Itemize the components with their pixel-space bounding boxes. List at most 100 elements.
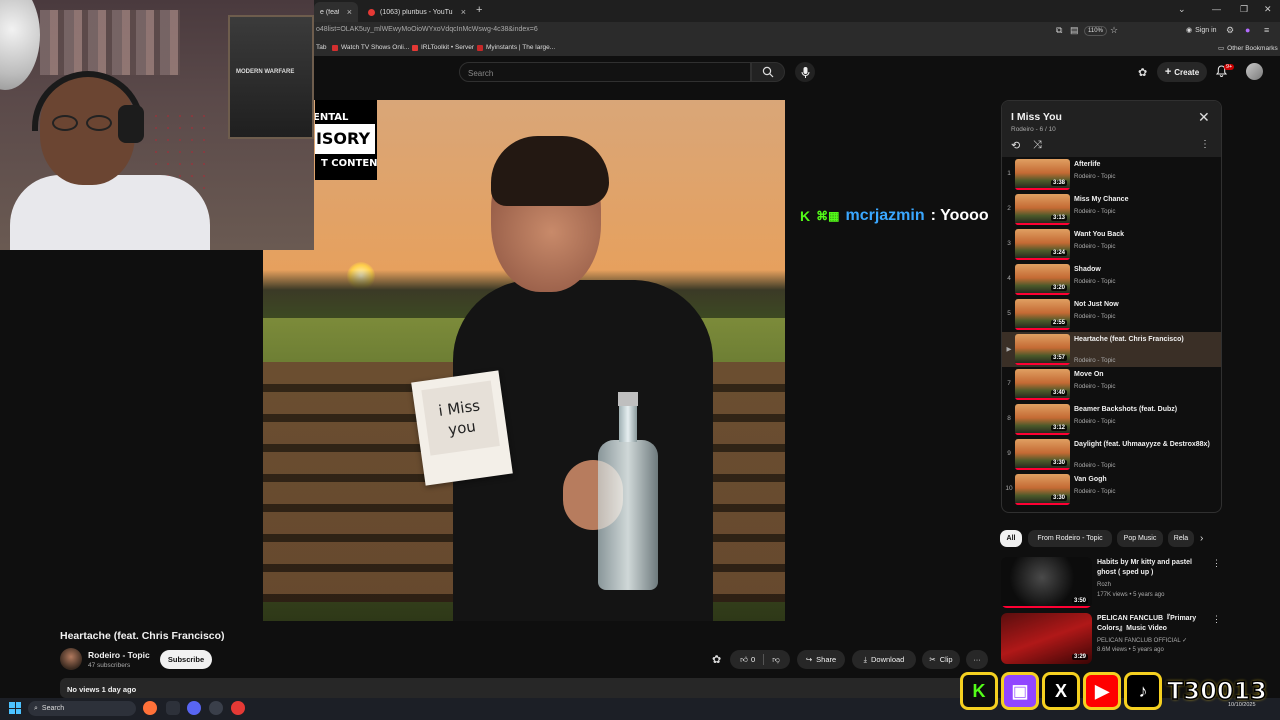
browser-tab-youtube[interactable]: (1063) pluribus - YouTube × — [362, 2, 472, 22]
create-button[interactable]: + Create — [1157, 62, 1207, 82]
maximize-button[interactable]: ❐ — [1240, 4, 1248, 15]
playlist-title[interactable]: I Miss You — [1011, 111, 1062, 123]
playlist-item[interactable]: 2 3:13 Miss My Chance Rodeiro - Topic — [1002, 192, 1221, 227]
playlist-item[interactable]: 4 3:20 Shadow Rodeiro - Topic — [1002, 262, 1221, 297]
loop-icon[interactable]: ⟲ — [1011, 139, 1020, 152]
description-box[interactable] — [60, 678, 990, 698]
playlist-item[interactable]: 3 3:24 Want You Back Rodeiro - Topic — [1002, 227, 1221, 262]
url-field[interactable]: o48list=OLAK5uy_mlWEwyMoOioWYxoVdqcInMcW… — [316, 26, 538, 33]
bookmark-item[interactable]: IRLToolkit • Server — [412, 44, 474, 51]
subscribe-button[interactable]: Subscribe — [160, 650, 212, 669]
rec-thumbnail[interactable]: 3:50 — [1001, 557, 1092, 608]
obs-icon[interactable] — [209, 701, 223, 715]
channel-name[interactable]: Rodeiro - Topic — [88, 650, 150, 660]
more-vertical-icon[interactable]: ⋮ — [1200, 139, 1210, 150]
voice-search-button[interactable] — [795, 62, 815, 82]
playlist-item-title: Want You Back — [1074, 231, 1125, 238]
irltoolkit-icon — [412, 44, 418, 51]
bookmark-item[interactable]: Tab — [316, 44, 326, 51]
watch-progress-bar — [1015, 468, 1070, 470]
share-button[interactable]: ↪ Share — [797, 650, 845, 669]
bookmark-label: Myinstants | The large... — [486, 44, 556, 51]
more-vertical-icon[interactable]: ⋮ — [1212, 558, 1221, 569]
more-vertical-icon[interactable]: ⋮ — [1212, 614, 1221, 625]
clip-label: Clip — [939, 655, 953, 664]
playlist-item[interactable]: 9 3:30 Daylight (feat. Uhmaayyze & Destrox… — [1002, 437, 1221, 472]
chevron-right-icon[interactable]: › — [1200, 533, 1203, 544]
clip-button[interactable]: ✂ Clip — [922, 650, 960, 669]
close-icon[interactable]: ✕ — [1198, 109, 1210, 126]
tab-list-icon[interactable]: ⌄ — [1178, 4, 1186, 15]
channel-avatar[interactable] — [60, 648, 82, 670]
reader-view-icon[interactable]: ▤ — [1070, 25, 1079, 36]
taskbar-search[interactable]: ⌕ Search — [28, 701, 136, 716]
search-box[interactable] — [459, 62, 751, 84]
close-tab-icon[interactable]: × — [347, 7, 352, 17]
like-button[interactable]: 👍︎ 0 — [740, 655, 755, 665]
rec-title[interactable]: Habits by Mr kitty and pastel ghost ( sp… — [1097, 558, 1207, 578]
webcam-overlay: MODERN WARFARE — [0, 0, 314, 250]
rec-channel[interactable]: PELICAN FANCLUB OFFICIAL ✓ — [1097, 637, 1187, 644]
rec-channel[interactable]: Rozh — [1097, 582, 1111, 588]
search-button[interactable] — [751, 62, 785, 82]
firefox-icon[interactable] — [143, 701, 157, 715]
microphone-icon — [801, 66, 809, 78]
playlist-item[interactable]: 10 3:30 Van Gogh Rodeiro - Topic — [1002, 472, 1221, 507]
zoom-level[interactable]: 110% — [1084, 26, 1107, 36]
extension-purple-icon[interactable]: ● — [1245, 25, 1250, 35]
playlist-item[interactable]: 1 3:38 Afterlife Rodeiro - Topic — [1002, 157, 1221, 192]
app-icon[interactable] — [166, 701, 180, 715]
playlist-item[interactable]: 5 2:55 Not Just Now Rodeiro - Topic — [1002, 297, 1221, 332]
bookmark-item[interactable]: Watch TV Shows Onli... — [332, 44, 409, 51]
extensions-icon[interactable]: ⚙ — [1226, 25, 1234, 36]
search-icon — [762, 66, 774, 78]
playlist-item-title: Beamer Backshots (feat. Dubz) — [1074, 406, 1178, 413]
sign-in-button[interactable]: ◉ Sign in — [1186, 26, 1217, 35]
windows-start-icon[interactable] — [9, 702, 21, 714]
sign-in-label: Sign in — [1195, 26, 1217, 34]
cast-settings-icon[interactable]: ✿ — [1138, 66, 1147, 79]
chip-all[interactable]: All — [1000, 530, 1022, 547]
minimize-button[interactable]: — — [1212, 4, 1221, 14]
search-input[interactable] — [460, 63, 740, 84]
download-button[interactable]: ⤓ Download — [852, 650, 916, 669]
browser-tab-current[interactable]: e (feat. Chr × — [314, 2, 358, 22]
rec-title[interactable]: PELICAN FANCLUB『Primary Colors』Music Vid… — [1097, 614, 1207, 634]
bookmark-item[interactable]: Myinstants | The large... — [477, 44, 555, 51]
playlist-item[interactable]: ▶ 3:57 Heartache (feat. Chris Francisco) Ro… — [1002, 332, 1221, 367]
youtube-favicon-icon — [368, 8, 375, 16]
playlist-item-thumbnail: 2:55 — [1015, 299, 1070, 330]
other-bookmarks[interactable]: ▭ Other Bookmarks — [1218, 44, 1278, 53]
rec-thumbnail[interactable]: 3:29 — [1001, 613, 1092, 664]
polaroid-card: i Miss you — [411, 370, 513, 486]
dislike-button[interactable]: 👎︎ — [772, 655, 780, 665]
playlist-item[interactable]: 8 3:12 Beamer Backshots (feat. Dubz) Rodeir… — [1002, 402, 1221, 437]
playlist-item-thumbnail: 3:57 — [1015, 334, 1070, 365]
chip-from-channel[interactable]: From Rodeiro - Topic — [1028, 530, 1112, 547]
video-player[interactable]: i Miss you ENTAL ISORY T CONTENT — [263, 100, 785, 621]
chip-related[interactable]: Rela — [1168, 530, 1194, 547]
playlist-item-number: 7 — [1007, 380, 1011, 387]
playlist-item-duration: 3:30 — [1050, 460, 1067, 466]
app-red-icon[interactable] — [231, 701, 245, 715]
bookmark-star-icon[interactable]: ☆ — [1110, 25, 1118, 36]
close-window-button[interactable]: ✕ — [1264, 4, 1272, 15]
x-icon: X — [1042, 672, 1080, 710]
chip-pop-music[interactable]: Pop Music — [1117, 530, 1163, 547]
more-actions-button[interactable]: ··· — [966, 650, 988, 669]
close-tab-icon[interactable]: × — [461, 7, 466, 17]
screenshot-icon[interactable]: ⧉ — [1056, 25, 1062, 36]
account-avatar[interactable] — [1246, 63, 1263, 80]
download-icon: ⤓ — [863, 654, 867, 664]
discord-icon[interactable] — [187, 701, 201, 715]
menu-icon[interactable]: ≡ — [1264, 25, 1269, 35]
shuffle-icon[interactable]: ⤨ — [1033, 139, 1042, 152]
subscriber-count: 47 subscribers — [88, 662, 131, 669]
views-and-date: No views 1 day ago — [67, 685, 137, 694]
watch-progress-bar — [1015, 293, 1070, 295]
new-tab-button[interactable]: + — [476, 4, 482, 16]
playlist-item-title: Van Gogh — [1074, 476, 1107, 483]
playlist-item-thumbnail: 3:24 — [1015, 229, 1070, 260]
playlist-item[interactable]: 7 3:40 Move On Rodeiro - Topic — [1002, 367, 1221, 402]
sparkle-icon[interactable]: ✿ — [712, 653, 721, 666]
